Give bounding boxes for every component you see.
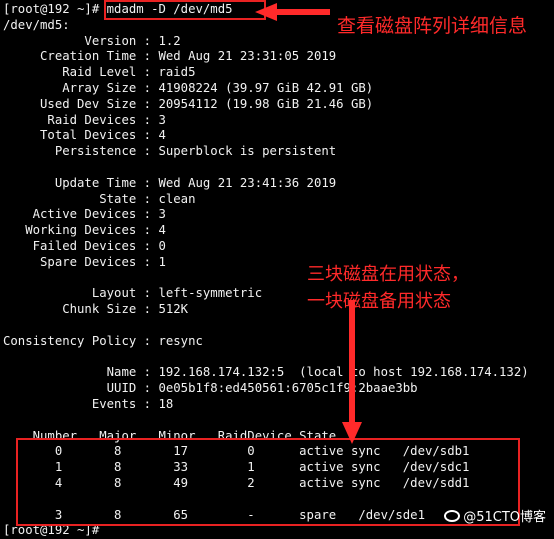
watermark: @51CTO博客 [444, 506, 546, 525]
annotation-arrows [255, 3, 362, 444]
status-annotation-line1: 三块磁盘在用状态， [307, 264, 469, 285]
status-arrow-icon [342, 300, 362, 444]
command-arrow-icon [255, 3, 330, 21]
command-annotation: 查看磁盘阵列详细信息 [337, 15, 528, 37]
status-annotation-line2: 一块磁盘备用状态 [307, 291, 451, 312]
cloud-logo-icon [444, 509, 461, 522]
terminal-window[interactable]: [root@192 ~]# mdadm -D /dev/md5/dev/md5:… [0, 0, 554, 537]
watermark-text: @51CTO博客 [463, 510, 546, 525]
